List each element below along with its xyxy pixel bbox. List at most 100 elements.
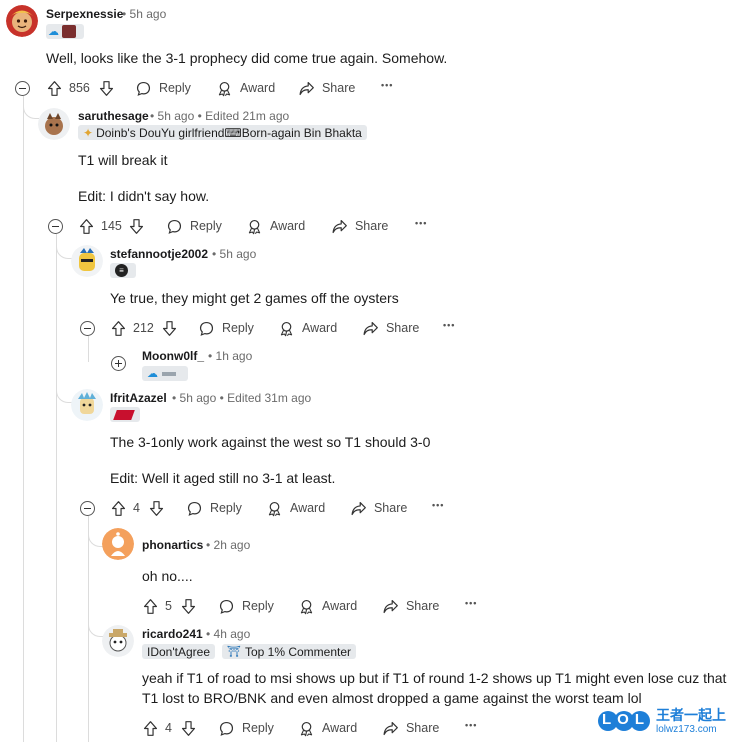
comment-meta: • 5h ago • Edited 31m ago xyxy=(172,391,311,405)
upvote-button[interactable] xyxy=(78,216,95,236)
username[interactable]: phonartics xyxy=(142,538,203,552)
more-icon[interactable]: ••• xyxy=(432,500,444,510)
downvote-button[interactable] xyxy=(148,498,165,518)
share-button[interactable]: Share xyxy=(350,498,407,518)
timestamp[interactable]: 5h ago xyxy=(130,7,167,21)
dot-separator: • xyxy=(212,247,217,261)
flair-icon-emblem xyxy=(62,25,76,38)
comment-body: Well, looks like the 3-1 prophecy did co… xyxy=(46,50,448,66)
avatar[interactable] xyxy=(38,108,70,140)
timestamp[interactable]: 2h ago xyxy=(214,538,251,552)
award-button[interactable]: Award xyxy=(266,498,325,518)
downvote-button[interactable] xyxy=(128,216,145,236)
upvote-button[interactable] xyxy=(142,718,159,738)
user-flair: ☁ xyxy=(46,24,84,39)
reply-icon xyxy=(186,500,203,517)
reply-button[interactable]: Reply xyxy=(218,718,274,738)
reply-button[interactable]: Reply xyxy=(166,216,222,236)
timestamp[interactable]: 4h ago xyxy=(214,627,251,641)
upvote-button[interactable] xyxy=(110,318,127,338)
username[interactable]: saruthesage xyxy=(78,109,149,123)
flair-icon-team xyxy=(113,409,135,420)
more-icon[interactable]: ••• xyxy=(465,720,477,730)
username[interactable]: stefannootje2002 xyxy=(110,247,208,261)
more-icon[interactable]: ••• xyxy=(465,598,477,608)
reply-button[interactable]: Reply xyxy=(218,596,274,616)
share-button[interactable]: Share xyxy=(382,718,439,738)
award-button[interactable]: Award xyxy=(278,318,337,338)
flair-text: Doinb's DouYu girlfriend⌨Born-again Bin … xyxy=(96,125,362,140)
username[interactable]: Serpexnessie xyxy=(46,7,123,21)
username[interactable]: IfritAzazel xyxy=(110,391,167,405)
reply-button[interactable]: Reply xyxy=(135,78,191,98)
downvote-button[interactable] xyxy=(180,596,197,616)
share-icon xyxy=(298,80,315,97)
share-icon xyxy=(331,218,348,235)
comment-body: The 3-1only work against the west so T1 … xyxy=(110,434,431,450)
more-icon[interactable]: ••• xyxy=(381,80,393,90)
reply-button[interactable]: Reply xyxy=(198,318,254,338)
watermark-site-cn: 王者一起上 xyxy=(656,707,726,723)
collapse-icon[interactable] xyxy=(15,81,30,96)
timestamp[interactable]: 5h ago xyxy=(158,109,195,123)
flair-sparkle-icon: ✦ xyxy=(83,125,94,140)
timestamp[interactable]: 1h ago xyxy=(216,349,253,363)
dot-separator: • xyxy=(150,109,155,123)
timestamp[interactable]: 5h ago xyxy=(180,391,217,405)
avatar[interactable] xyxy=(71,389,103,421)
more-icon[interactable]: ••• xyxy=(415,218,427,228)
upvote-button[interactable] xyxy=(110,498,127,518)
award-button[interactable]: Award xyxy=(298,718,357,738)
downvote-button[interactable] xyxy=(180,718,197,738)
share-icon xyxy=(362,320,379,337)
share-button[interactable]: Share xyxy=(362,318,419,338)
avatar[interactable] xyxy=(102,625,134,657)
upvote-button[interactable] xyxy=(142,596,159,616)
downvote-button[interactable] xyxy=(98,78,115,98)
collapse-icon[interactable] xyxy=(80,321,95,336)
downvote-icon xyxy=(128,218,145,235)
username[interactable]: ricardo241 xyxy=(142,627,203,641)
award-label: Award xyxy=(321,721,358,735)
vote-count: 856 xyxy=(69,81,90,95)
reply-label: Reply xyxy=(189,219,222,233)
upvote-icon xyxy=(142,720,159,737)
avatar[interactable] xyxy=(102,528,134,560)
flair-icon-bar xyxy=(162,371,176,376)
more-icon[interactable]: ••• xyxy=(443,320,455,330)
vote-count: 4 xyxy=(165,721,172,735)
reply-icon xyxy=(198,320,215,337)
dot-separator: • xyxy=(206,627,211,641)
comment-body: Ye true, they might get 2 games off the … xyxy=(110,290,399,306)
username[interactable]: Moonw0lf_ xyxy=(142,349,204,363)
share-icon xyxy=(382,598,399,615)
thread-line-level3a xyxy=(88,336,89,362)
award-button[interactable]: Award xyxy=(298,596,357,616)
comment-meta: • 1h ago xyxy=(208,349,252,363)
avatar[interactable] xyxy=(71,245,103,277)
collapse-icon[interactable] xyxy=(48,219,63,234)
dot-separator: • xyxy=(219,391,224,405)
expand-icon[interactable] xyxy=(111,356,126,371)
share-button[interactable]: Share xyxy=(298,78,355,98)
comment-body: T1 will break it xyxy=(78,152,168,168)
comment-body: oh no.... xyxy=(142,568,193,584)
downvote-icon xyxy=(180,720,197,737)
award-button[interactable]: Award xyxy=(246,216,305,236)
reply-icon xyxy=(135,80,152,97)
award-button[interactable]: Award xyxy=(216,78,275,98)
collapse-icon[interactable] xyxy=(80,501,95,516)
share-button[interactable]: Share xyxy=(382,596,439,616)
avatar[interactable] xyxy=(6,5,38,37)
share-icon xyxy=(350,500,367,517)
downvote-button[interactable] xyxy=(161,318,178,338)
share-button[interactable]: Share xyxy=(331,216,388,236)
dot-separator: • xyxy=(197,109,202,123)
upvote-button[interactable] xyxy=(46,78,63,98)
timestamp[interactable]: 5h ago xyxy=(220,247,257,261)
badge-label: Top 1% Commenter xyxy=(244,644,352,659)
reply-icon xyxy=(218,720,235,737)
dot-separator: • xyxy=(206,538,211,552)
upvote-icon xyxy=(142,598,159,615)
reply-button[interactable]: Reply xyxy=(186,498,242,518)
